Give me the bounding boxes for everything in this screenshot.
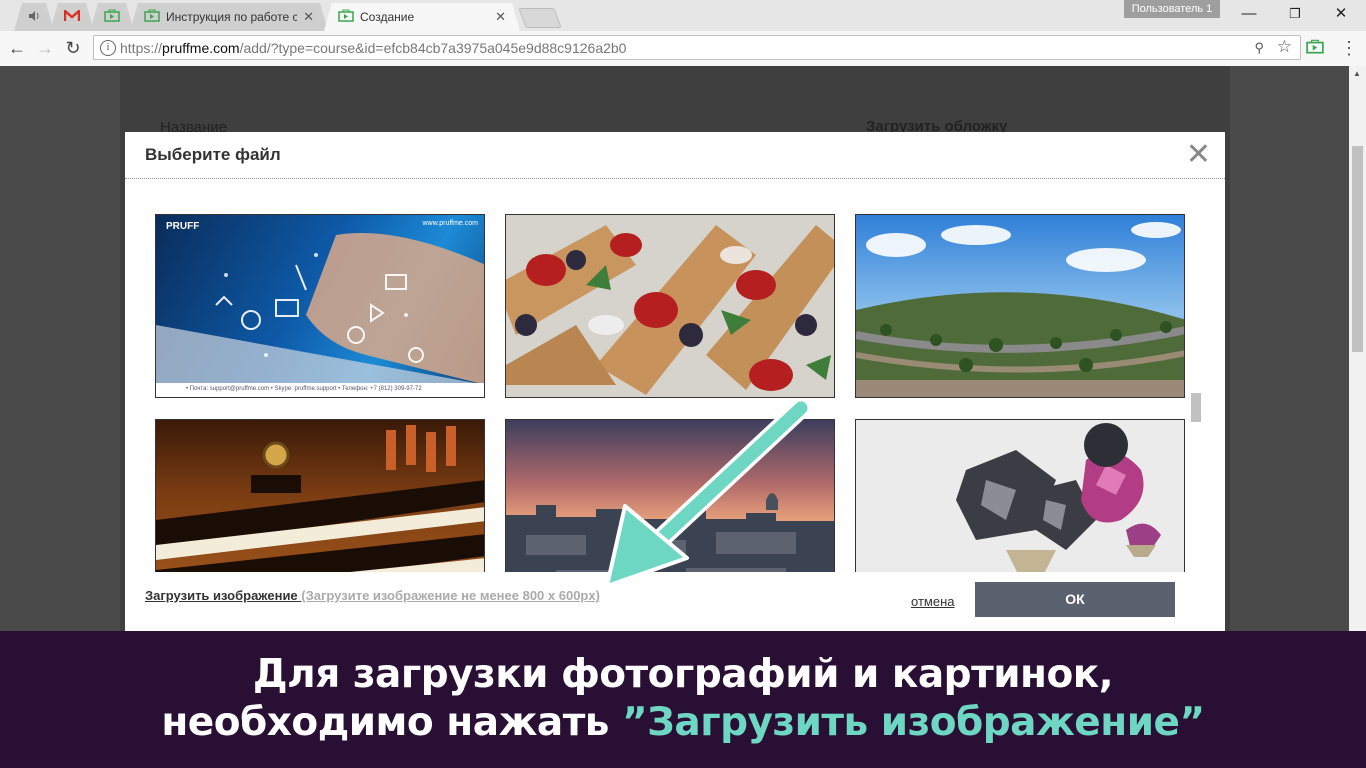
image-tile-seaside[interactable] bbox=[855, 214, 1185, 398]
ok-button[interactable]: ОК bbox=[975, 582, 1175, 617]
key-icon[interactable]: ⚲ bbox=[1254, 40, 1264, 56]
caption-line-2-prefix: необходимо нажать bbox=[161, 700, 623, 745]
close-tab-icon[interactable]: ✕ bbox=[489, 9, 506, 25]
pruffme-icon bbox=[144, 9, 160, 25]
back-icon[interactable]: ← bbox=[6, 37, 28, 59]
browser-toolbar: ← → ↻ i https://pruffme.com/add/?type=co… bbox=[0, 31, 1366, 67]
speaker-icon bbox=[28, 10, 40, 25]
modal-title: Выберите файл bbox=[145, 145, 281, 164]
scroll-up-icon[interactable]: ▲ bbox=[1353, 69, 1361, 78]
pruffme-icon bbox=[104, 9, 120, 25]
image-tile-organ[interactable] bbox=[155, 419, 485, 572]
image-tile-strawberries[interactable] bbox=[505, 214, 835, 398]
browser-tab-strip: Инструкция по работе с ✕ Создание ✕ Поль… bbox=[0, 0, 1366, 31]
upload-image-hint: (Загрузите изображение не менее 800 х 60… bbox=[301, 588, 600, 603]
page-scrollbar[interactable]: ▲ bbox=[1349, 66, 1366, 631]
url-text: https://pruffme.com/add/?type=course&id=… bbox=[120, 40, 627, 56]
menu-icon[interactable]: ⋮ bbox=[1340, 37, 1358, 59]
pruffme-icon bbox=[338, 9, 354, 25]
restore-icon[interactable]: ❐ bbox=[1272, 0, 1318, 28]
address-bar[interactable]: i https://pruffme.com/add/?type=course&i… bbox=[93, 35, 1301, 60]
caption-line-1: Для загрузки фотографий и картинок, bbox=[252, 652, 1114, 697]
annotation-arrow-icon bbox=[605, 398, 811, 588]
caption-line-2: необходимо нажать ”Загрузить изображение… bbox=[0, 699, 1366, 747]
promo-site-text: www.pruffme.com bbox=[422, 220, 479, 227]
pruffme-extension-icon[interactable] bbox=[1306, 39, 1324, 59]
close-icon[interactable]: ✕ bbox=[1186, 140, 1211, 170]
tab-gmail[interactable] bbox=[50, 3, 94, 31]
reload-icon[interactable]: ↻ bbox=[62, 37, 84, 59]
new-tab-button[interactable] bbox=[518, 8, 562, 28]
gmail-icon bbox=[64, 10, 80, 25]
minimize-icon[interactable]: — bbox=[1226, 0, 1272, 28]
bookmark-star-icon[interactable]: ☆ bbox=[1277, 37, 1292, 57]
tab-label: Инструкция по работе с bbox=[166, 10, 298, 24]
image-tile-abstract[interactable] bbox=[855, 419, 1185, 572]
upload-image-link[interactable]: Загрузить изображение (Загрузите изображ… bbox=[145, 588, 600, 603]
strawberry-art bbox=[506, 225, 834, 395]
pruffme-promo-art bbox=[156, 233, 484, 397]
window-close-icon[interactable]: ✕ bbox=[1318, 0, 1364, 28]
forward-icon[interactable]: → bbox=[34, 37, 56, 59]
seaside-art bbox=[856, 222, 1184, 397]
cancel-link[interactable]: отмена bbox=[911, 594, 954, 609]
tab-create[interactable]: Создание ✕ bbox=[324, 3, 520, 31]
image-tile-pruffme[interactable]: PRUFF www.pruffme.com • Почта: support@p… bbox=[155, 214, 485, 398]
organ-art bbox=[156, 425, 484, 572]
upload-image-label[interactable]: Загрузить изображение bbox=[145, 588, 298, 603]
tab-label: Создание bbox=[360, 10, 415, 24]
close-tab-icon[interactable]: ✕ bbox=[297, 9, 314, 25]
instruction-caption: Для загрузки фотографий и картинок, необ… bbox=[0, 631, 1366, 768]
promo-contacts-text: • Почта: support@pruffme.com • Skype: pr… bbox=[186, 386, 422, 392]
tab-audio[interactable] bbox=[14, 3, 54, 31]
caption-highlight: ”Загрузить изображение” bbox=[622, 700, 1205, 745]
scrollbar-thumb[interactable] bbox=[1352, 146, 1363, 352]
tab-instruction[interactable]: Инструкция по работе с ✕ bbox=[130, 3, 328, 31]
profile-badge[interactable]: Пользователь 1 bbox=[1124, 0, 1220, 18]
promo-banner-text: PRUFF bbox=[166, 221, 200, 232]
image-grid-scrollbar[interactable] bbox=[1191, 393, 1201, 422]
info-icon[interactable]: i bbox=[100, 40, 116, 56]
abstract-art bbox=[956, 423, 1161, 572]
tab-pruffme-1[interactable] bbox=[90, 3, 134, 31]
